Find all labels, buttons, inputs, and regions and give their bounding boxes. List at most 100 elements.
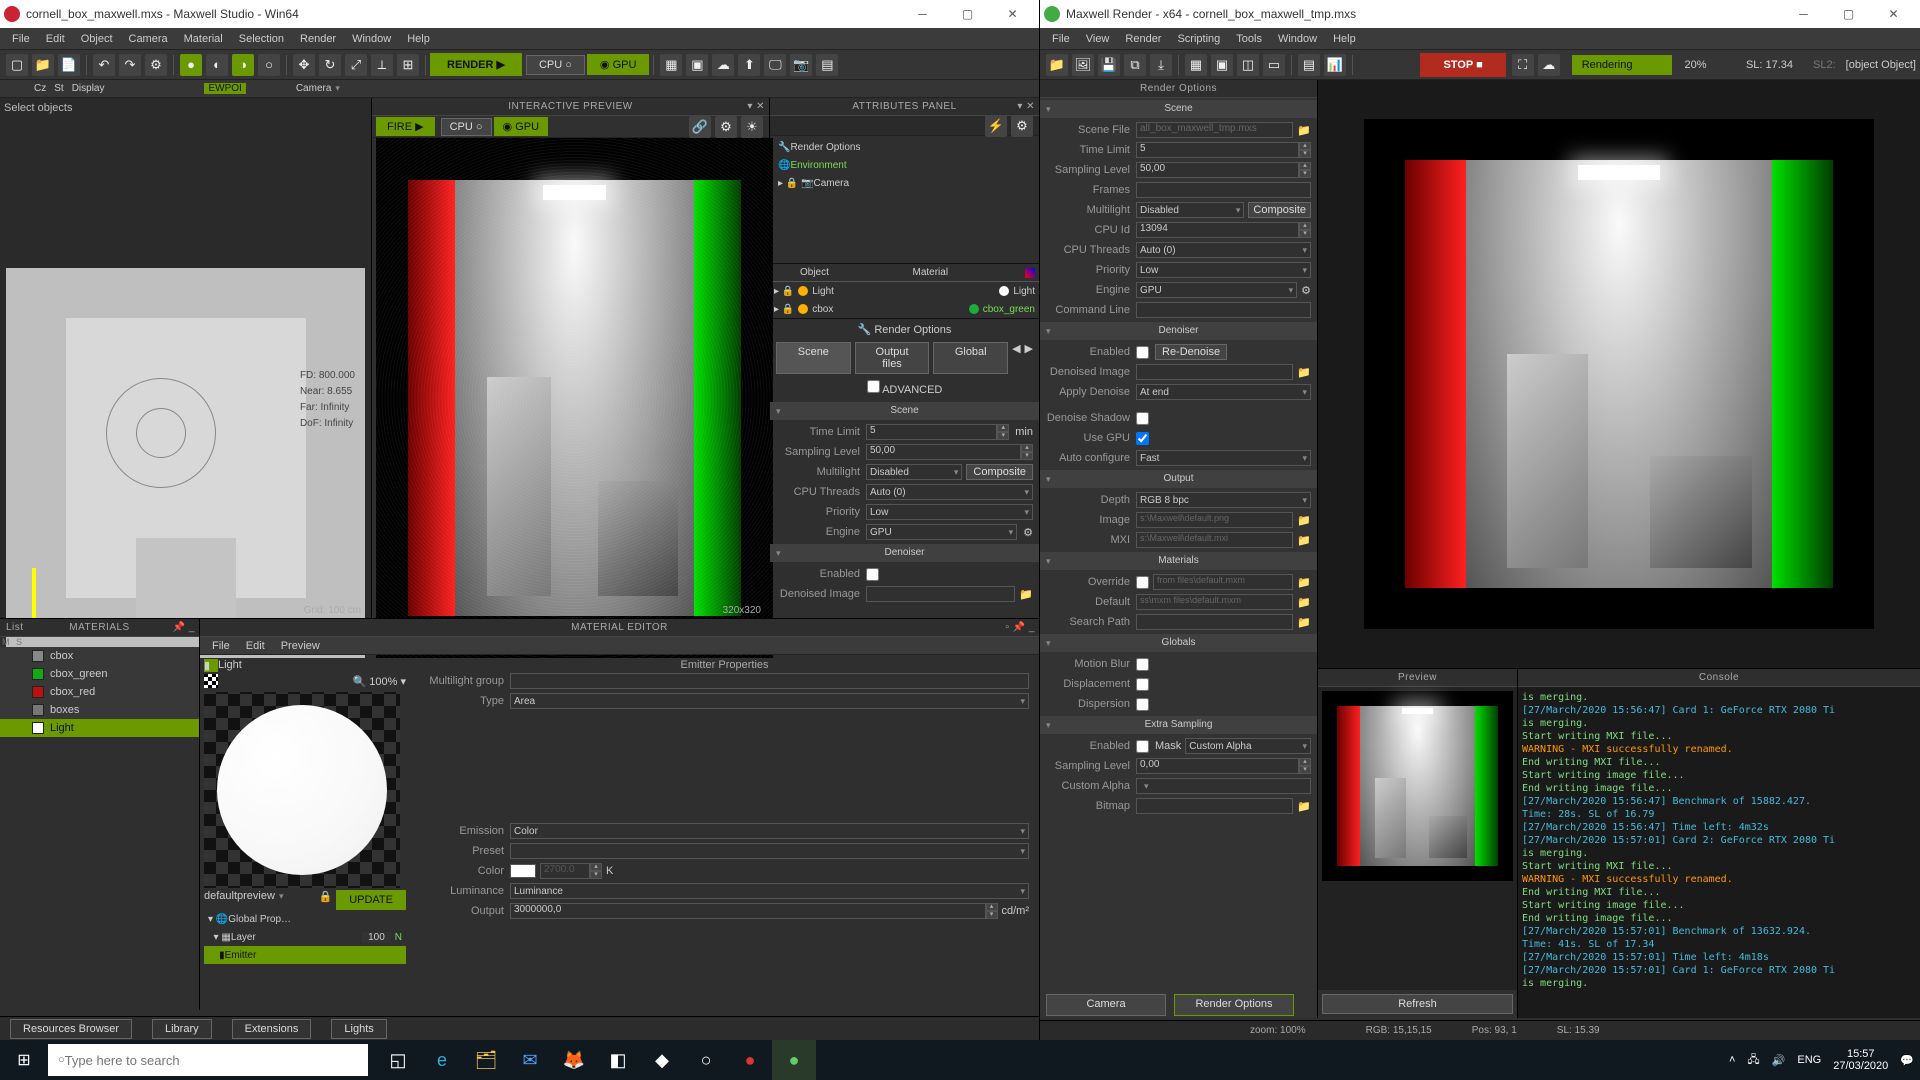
prev-icon[interactable]: ◀ xyxy=(1012,342,1020,374)
mat-boxes[interactable]: boxes xyxy=(0,701,199,719)
rmenu-tools[interactable]: Tools xyxy=(1228,31,1270,47)
preset-dd[interactable] xyxy=(510,843,1029,859)
multilight-dd[interactable]: Disabled xyxy=(866,464,962,480)
sun-icon[interactable]: ☀ xyxy=(741,116,763,138)
tree-global[interactable]: ▾ 🌐 Global Prop… xyxy=(204,910,406,928)
r-maximize[interactable]: ▢ xyxy=(1826,0,1871,28)
tray-time[interactable]: 15:57 xyxy=(1833,1048,1888,1060)
render-cpu-button[interactable]: CPU ○ xyxy=(526,55,585,75)
viewpoint-label[interactable]: EWPOI xyxy=(204,83,245,94)
gear2-icon[interactable]: ⚙ xyxy=(1011,115,1033,137)
mat-cbox[interactable]: cbox xyxy=(0,647,199,665)
rmenu-scripting[interactable]: Scripting xyxy=(1169,31,1228,47)
sphere4-icon[interactable]: ○ xyxy=(258,54,280,76)
r-sec-scene[interactable]: Scene xyxy=(1040,100,1317,118)
render-button[interactable]: RENDER ▶ xyxy=(430,53,522,76)
tab-output[interactable]: Output files xyxy=(855,342,930,374)
multilight-group[interactable] xyxy=(510,673,1029,689)
type-dd[interactable]: Area xyxy=(510,693,1029,709)
panel-icon[interactable]: ▤ xyxy=(816,54,838,76)
me-preview[interactable]: Preview xyxy=(273,638,328,654)
next-icon[interactable]: ▶ xyxy=(1025,342,1033,374)
emission-dd[interactable]: Color xyxy=(510,823,1029,839)
search-input[interactable] xyxy=(65,1053,358,1068)
r-export-icon[interactable]: ⤓ xyxy=(1150,54,1172,76)
render-titlebar[interactable]: Maxwell Render - x64 - cornell_box_maxwe… xyxy=(1040,0,1920,28)
engine-dd[interactable]: GPU xyxy=(866,524,1017,540)
tray-lang[interactable]: ENG xyxy=(1791,1054,1827,1066)
filter-icon[interactable]: ⚡ xyxy=(985,115,1007,137)
view-icon[interactable]: ▣ xyxy=(686,54,708,76)
grid-icon[interactable]: ▦ xyxy=(660,54,682,76)
r-engine-gear[interactable]: ⚙ xyxy=(1301,284,1311,297)
bt-lights[interactable]: Lights xyxy=(331,1019,386,1039)
bt-extensions[interactable]: Extensions xyxy=(232,1019,312,1039)
tray-net-icon[interactable]: 🖧 xyxy=(1741,1051,1765,1070)
r-close[interactable]: ✕ xyxy=(1871,0,1916,28)
camera-icon[interactable]: 📷 xyxy=(790,54,812,76)
output-input[interactable]: 3000000,0 xyxy=(510,903,986,919)
gear-icon[interactable]: ⚙ xyxy=(715,116,737,138)
obj-row-light[interactable]: ▸ 🔒 LightLight xyxy=(770,282,1039,300)
open-icon[interactable]: 📁 xyxy=(32,54,54,76)
stop-button[interactable]: STOP ■ xyxy=(1420,53,1505,77)
tree-render-options[interactable]: 🔧 Render Options xyxy=(774,138,1035,156)
camera-dropdown[interactable]: Camera xyxy=(296,83,340,94)
tray-chevron-icon[interactable]: ˄ xyxy=(1723,1054,1741,1066)
explorer-icon[interactable]: 🗂 xyxy=(464,1040,508,1080)
menu-render[interactable]: Render xyxy=(292,31,344,47)
obj-row-cbox[interactable]: ▸ 🔒 cboxcbox_green xyxy=(770,300,1039,318)
link-icon[interactable]: 🔗 xyxy=(689,116,711,138)
close-button[interactable]: ✕ xyxy=(990,0,1035,28)
rotate-icon[interactable]: ↻ xyxy=(319,54,341,76)
start-button[interactable]: ⊞ xyxy=(0,1040,48,1080)
cputhreads-dd[interactable]: Auto (0) xyxy=(866,484,1033,500)
composite-btn[interactable]: Composite xyxy=(966,464,1033,480)
fire-cpu[interactable]: CPU ○ xyxy=(441,118,492,136)
fire-gpu[interactable]: ◉ GPU xyxy=(494,117,549,136)
tab-scene[interactable]: Scene xyxy=(776,342,851,374)
denoise-browse[interactable]: 📁 xyxy=(1297,366,1311,379)
undo-icon[interactable]: ↶ xyxy=(93,54,115,76)
move-icon[interactable]: ✥ xyxy=(293,54,315,76)
scale-icon[interactable]: ⤢ xyxy=(345,54,367,76)
advanced-checkbox[interactable] xyxy=(867,380,880,393)
render-task-icon[interactable]: ● xyxy=(772,1040,816,1080)
cloud-icon[interactable]: ☁ xyxy=(712,54,734,76)
redo-icon[interactable]: ↷ xyxy=(119,54,141,76)
bt-library[interactable]: Library xyxy=(152,1019,212,1039)
r-crop-icon[interactable]: ◫ xyxy=(1237,54,1259,76)
render-view[interactable] xyxy=(1318,80,1920,668)
studio-task-icon[interactable]: ● xyxy=(728,1040,772,1080)
r-region-icon[interactable]: ▭ xyxy=(1263,54,1285,76)
firefox-icon[interactable]: 🦊 xyxy=(552,1040,596,1080)
sphere2-icon[interactable]: ◐ xyxy=(206,54,228,76)
mat-red[interactable]: cbox_red xyxy=(0,683,199,701)
bt-resources[interactable]: Resources Browser xyxy=(10,1019,132,1039)
menu-camera[interactable]: Camera xyxy=(121,31,176,47)
tree-camera[interactable]: ▸ 🔒 📷 Camera xyxy=(774,174,1035,192)
maximize-button[interactable]: ▢ xyxy=(945,0,990,28)
menu-object[interactable]: Object xyxy=(73,31,121,47)
r-open-icon[interactable]: 📁 xyxy=(1046,54,1068,76)
tree-environment[interactable]: 🌐 Environment xyxy=(774,156,1035,174)
edge-icon[interactable]: e xyxy=(420,1040,464,1080)
tray-date[interactable]: 27/03/2020 xyxy=(1833,1060,1888,1072)
refresh-button[interactable]: Refresh xyxy=(1322,994,1513,1014)
fire-button[interactable]: FIRE ▶ xyxy=(376,117,435,136)
scene-browse-icon[interactable]: 📁 xyxy=(1297,124,1311,137)
scene-section[interactable]: Scene xyxy=(770,402,1039,420)
app1-icon[interactable]: ◧ xyxy=(596,1040,640,1080)
color-swatch[interactable] xyxy=(510,864,536,878)
menu-file[interactable]: File xyxy=(4,31,38,47)
priority-dd[interactable]: Low xyxy=(866,504,1033,520)
r-minimize[interactable]: ─ xyxy=(1781,0,1826,28)
console[interactable]: is merging.[27/March/2020 15:56:47] Card… xyxy=(1518,687,1920,1018)
render-gpu-button[interactable]: ◉ GPU xyxy=(587,54,650,75)
studio-titlebar[interactable]: cornell_box_maxwell.mxs - Maxwell Studio… xyxy=(0,0,1039,28)
app3-icon[interactable]: ○ xyxy=(684,1040,728,1080)
rmenu-window[interactable]: Window xyxy=(1270,31,1325,47)
mat-green[interactable]: cbox_green xyxy=(0,665,199,683)
r-merge-icon[interactable]: ⧉ xyxy=(1124,54,1146,76)
engine-gear-icon[interactable]: ⚙ xyxy=(1023,526,1033,539)
